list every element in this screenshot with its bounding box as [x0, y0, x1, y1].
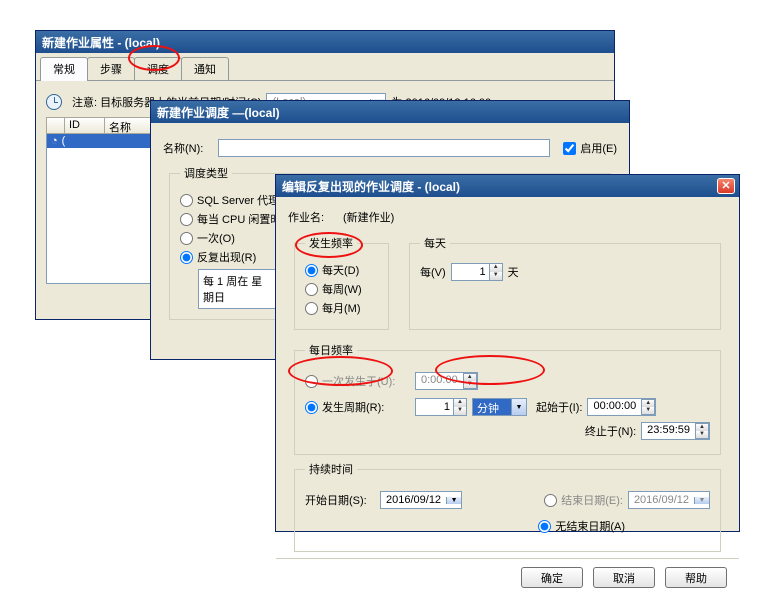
daily-legend: 每天 [420, 235, 450, 251]
ok-button[interactable]: 确定 [521, 567, 583, 588]
opt-weekly[interactable]: 每周(W) [305, 281, 378, 297]
chevron-up-icon[interactable]: ▲ [490, 264, 502, 272]
start-label: 起始于(I): [536, 399, 582, 415]
dur-legend: 持续时间 [305, 461, 357, 477]
row-clock-icon: ◔ [51, 135, 58, 147]
job-label: 作业名: [288, 209, 338, 225]
titlebar-1: 新建作业属性 - (local) [36, 31, 614, 53]
end-time[interactable]: 23:59:59 ▲▼ [641, 422, 710, 440]
win3-body: 作业名: (新建作业) 发生频率 每天(D) 每周(W) 每月(M) 每天 每(… [276, 197, 739, 552]
period-spinner[interactable]: ▲▼ [415, 398, 467, 416]
recur-desc: 每 1 周在 星期日 [198, 269, 278, 309]
chevron-down-icon[interactable]: ▼ [490, 272, 502, 280]
tabstrip: 常规 步骤 调度 通知 [36, 53, 614, 81]
chevron-down-icon: ▼ [694, 497, 709, 504]
end-label: 终止于(N): [585, 423, 636, 439]
tab-schedule[interactable]: 调度 [134, 57, 182, 80]
once-time[interactable]: 0:00:00 ▲▼ [415, 372, 478, 390]
enable-check[interactable]: 启用(E) [563, 140, 617, 156]
schedule-type-legend: 调度类型 [180, 165, 232, 181]
start-date-label: 开始日期(S): [305, 492, 375, 508]
title-1: 新建作业属性 - (local) [42, 34, 160, 51]
freq-group: 发生频率 每天(D) 每周(W) 每月(M) [294, 235, 389, 330]
titlebar-2: 新建作业调度 —(local) [151, 101, 629, 123]
title-3: 编辑反复出现的作业调度 - (local) [282, 178, 460, 195]
opt-no-end[interactable]: 无结束日期(A) [538, 518, 625, 534]
chevron-down-icon[interactable]: ▼ [446, 497, 461, 504]
opt-period[interactable]: 发生周期(R): [305, 399, 410, 415]
opt-daily[interactable]: 每天(D) [305, 262, 378, 278]
chevron-down-icon[interactable]: ▼ [511, 399, 526, 415]
opt-monthly[interactable]: 每月(M) [305, 300, 378, 316]
duration-group: 持续时间 开始日期(S): 2016/09/12 ▼ 结束日期(E): 2016… [294, 461, 721, 552]
name-input[interactable] [218, 139, 550, 157]
cancel-button[interactable]: 取消 [593, 567, 655, 588]
dayfreq-legend: 每日频率 [305, 342, 357, 358]
opt-once-at[interactable]: 一次发生于(U): [305, 373, 410, 389]
start-date[interactable]: 2016/09/12 ▼ [380, 491, 462, 509]
every-label: 每(V) [420, 264, 446, 280]
period-unit: 分钟 [473, 399, 511, 415]
period-input[interactable] [415, 398, 453, 416]
help-button[interactable]: 帮助 [665, 567, 727, 588]
titlebar-3: 编辑反复出现的作业调度 - (local) ✕ [276, 175, 739, 197]
opt-end-date[interactable]: 结束日期(E): [544, 492, 623, 508]
dayfreq-group: 每日频率 一次发生于(U): 0:00:00 ▲▼ 发生周期(R): ▲▼ [294, 342, 721, 455]
name-label: 名称(N): [163, 140, 213, 156]
window-edit-recur: 编辑反复出现的作业调度 - (local) ✕ 作业名: (新建作业) 发生频率… [275, 174, 740, 532]
job-name: (新建作业) [343, 209, 394, 225]
freq-legend: 发生频率 [305, 235, 357, 251]
dialog-buttons: 确定 取消 帮助 [276, 558, 739, 596]
enable-label: 启用(E) [580, 140, 617, 156]
start-time[interactable]: 00:00:00 ▲▼ [587, 398, 656, 416]
tab-steps[interactable]: 步骤 [87, 57, 135, 80]
tab-general[interactable]: 常规 [40, 57, 88, 81]
tab-notify[interactable]: 通知 [181, 57, 229, 80]
every-unit: 天 [508, 264, 519, 280]
close-icon[interactable]: ✕ [717, 178, 735, 194]
period-unit-combo[interactable]: 分钟 ▼ [472, 398, 527, 416]
col-id[interactable]: ID [65, 118, 105, 133]
every-spinner[interactable]: ▲▼ [451, 263, 503, 281]
daily-group: 每天 每(V) ▲▼ 天 [409, 235, 721, 330]
every-input[interactable] [451, 263, 489, 281]
end-date: 2016/09/12 ▼ [628, 491, 710, 509]
row-name: ( [62, 135, 66, 147]
clock-icon [46, 94, 62, 110]
title-2: 新建作业调度 —(local) [157, 104, 280, 121]
enable-checkbox[interactable] [563, 142, 576, 155]
